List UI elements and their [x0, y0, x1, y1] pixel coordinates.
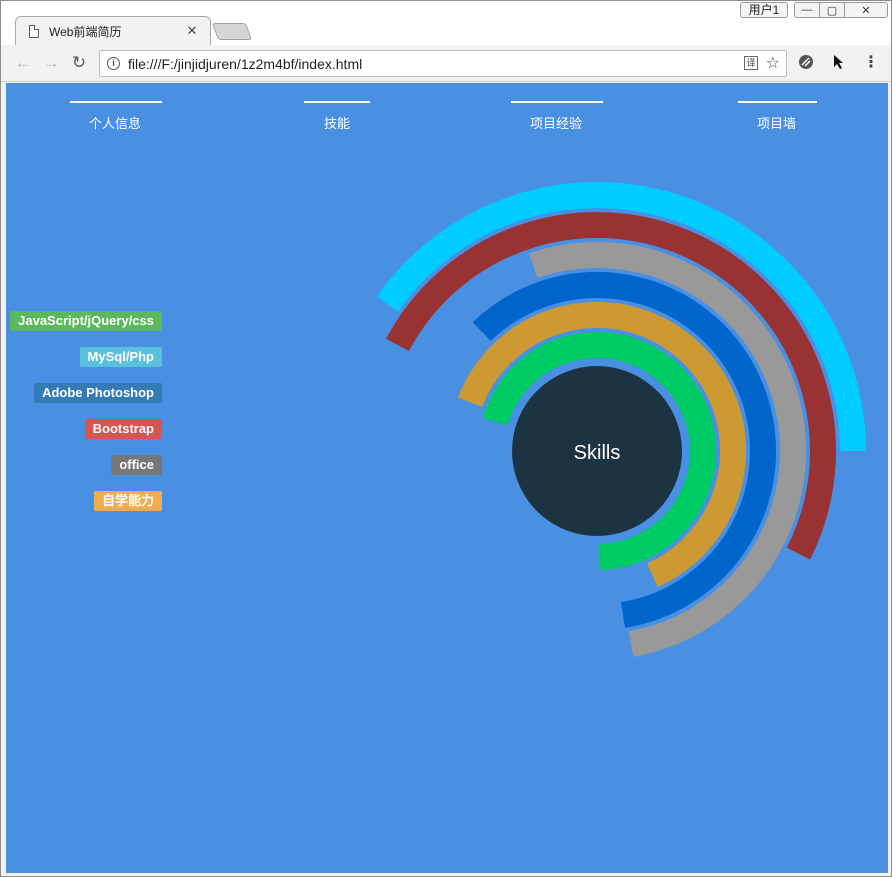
reload-icon[interactable]: ↻ — [69, 53, 89, 73]
menu-icon[interactable]: ⋮ — [861, 53, 881, 73]
user-profile-button[interactable]: 用户1 — [740, 2, 788, 18]
skills-center-label: Skills — [574, 442, 621, 464]
translate-icon[interactable]: 译 — [744, 56, 758, 70]
minimize-button[interactable]: — — [794, 2, 820, 18]
bookmark-star-icon[interactable]: ☆ — [766, 53, 780, 73]
forward-arrow-icon[interactable]: → — [41, 53, 61, 73]
browser-toolbar: ← → ↻ i file:///F:/jinjidjuren/1z2m4bf/i… — [1, 45, 891, 82]
extension-icon[interactable] — [796, 53, 816, 73]
new-tab-button[interactable] — [211, 23, 253, 40]
browser-window: 用户1 — ▢ ✕ Web前端简历 ✕ ← → ↻ i file:///F:/j… — [0, 0, 892, 877]
cursor-extension-icon[interactable] — [829, 53, 849, 73]
page-viewport: 个人信息 技能 项目经验 项目墙 JavaScript/jQuery/css M… — [6, 83, 888, 873]
close-window-button[interactable]: ✕ — [844, 2, 888, 18]
document-icon — [29, 24, 39, 38]
maximize-button[interactable]: ▢ — [819, 2, 845, 18]
title-bar: 用户1 — ▢ ✕ Web前端简历 ✕ — [1, 1, 891, 46]
address-bar[interactable]: i file:///F:/jinjidjuren/1z2m4bf/index.h… — [99, 50, 787, 77]
info-icon[interactable]: i — [107, 57, 120, 70]
back-arrow-icon[interactable]: ← — [13, 53, 33, 73]
tab-title: Web前端简历 — [49, 24, 122, 39]
url-text[interactable]: file:///F:/jinjidjuren/1z2m4bf/index.htm… — [128, 56, 362, 72]
browser-tab-content: Web前端简历 ✕ — [15, 16, 211, 46]
skills-ring-chart: Skills — [376, 182, 866, 657]
tab-close-icon[interactable]: ✕ — [183, 23, 201, 39]
